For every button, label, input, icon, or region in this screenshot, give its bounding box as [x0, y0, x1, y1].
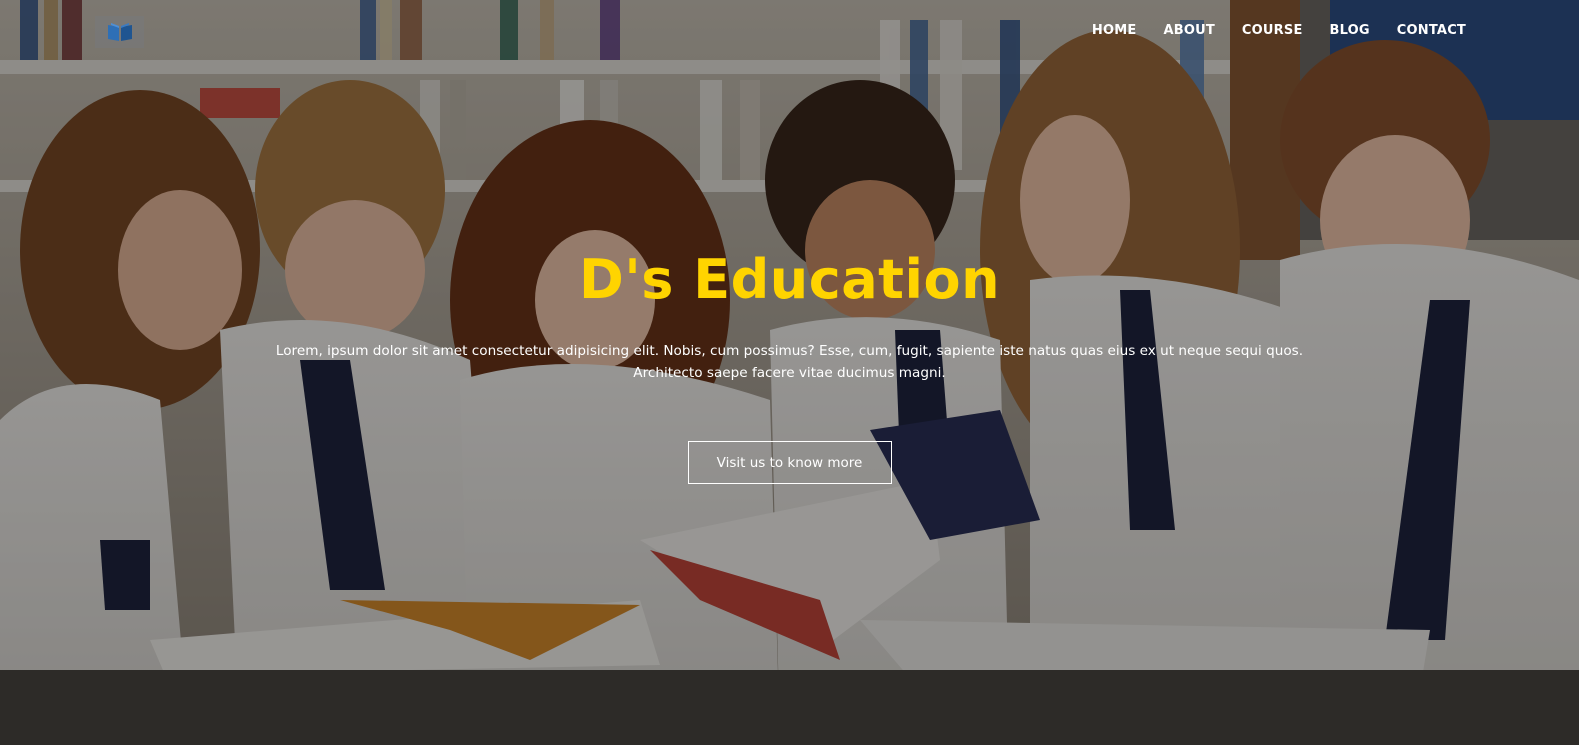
open-book-icon [107, 23, 132, 41]
visit-us-button[interactable]: Visit us to know more [687, 441, 892, 484]
nav-about[interactable]: ABOUT [1163, 22, 1214, 40]
nav-blog[interactable]: BLOG [1330, 22, 1370, 40]
hero-content: D's Education Lorem, ipsum dolor sit ame… [0, 246, 1579, 484]
nav-home[interactable]: HOME [1092, 22, 1137, 40]
logo[interactable] [95, 16, 144, 48]
nav-contact[interactable]: CONTACT [1397, 22, 1466, 40]
nav-course[interactable]: COURSE [1242, 22, 1303, 40]
hero-description: Lorem, ipsum dolor sit amet consectetur … [275, 343, 1304, 381]
main-nav: HOME ABOUT COURSE BLOG CONTACT [1065, 22, 1466, 40]
hero-section: HOME ABOUT COURSE BLOG CONTACT D's Educa… [0, 0, 1579, 745]
hero-title: D's Education [578, 248, 1001, 311]
